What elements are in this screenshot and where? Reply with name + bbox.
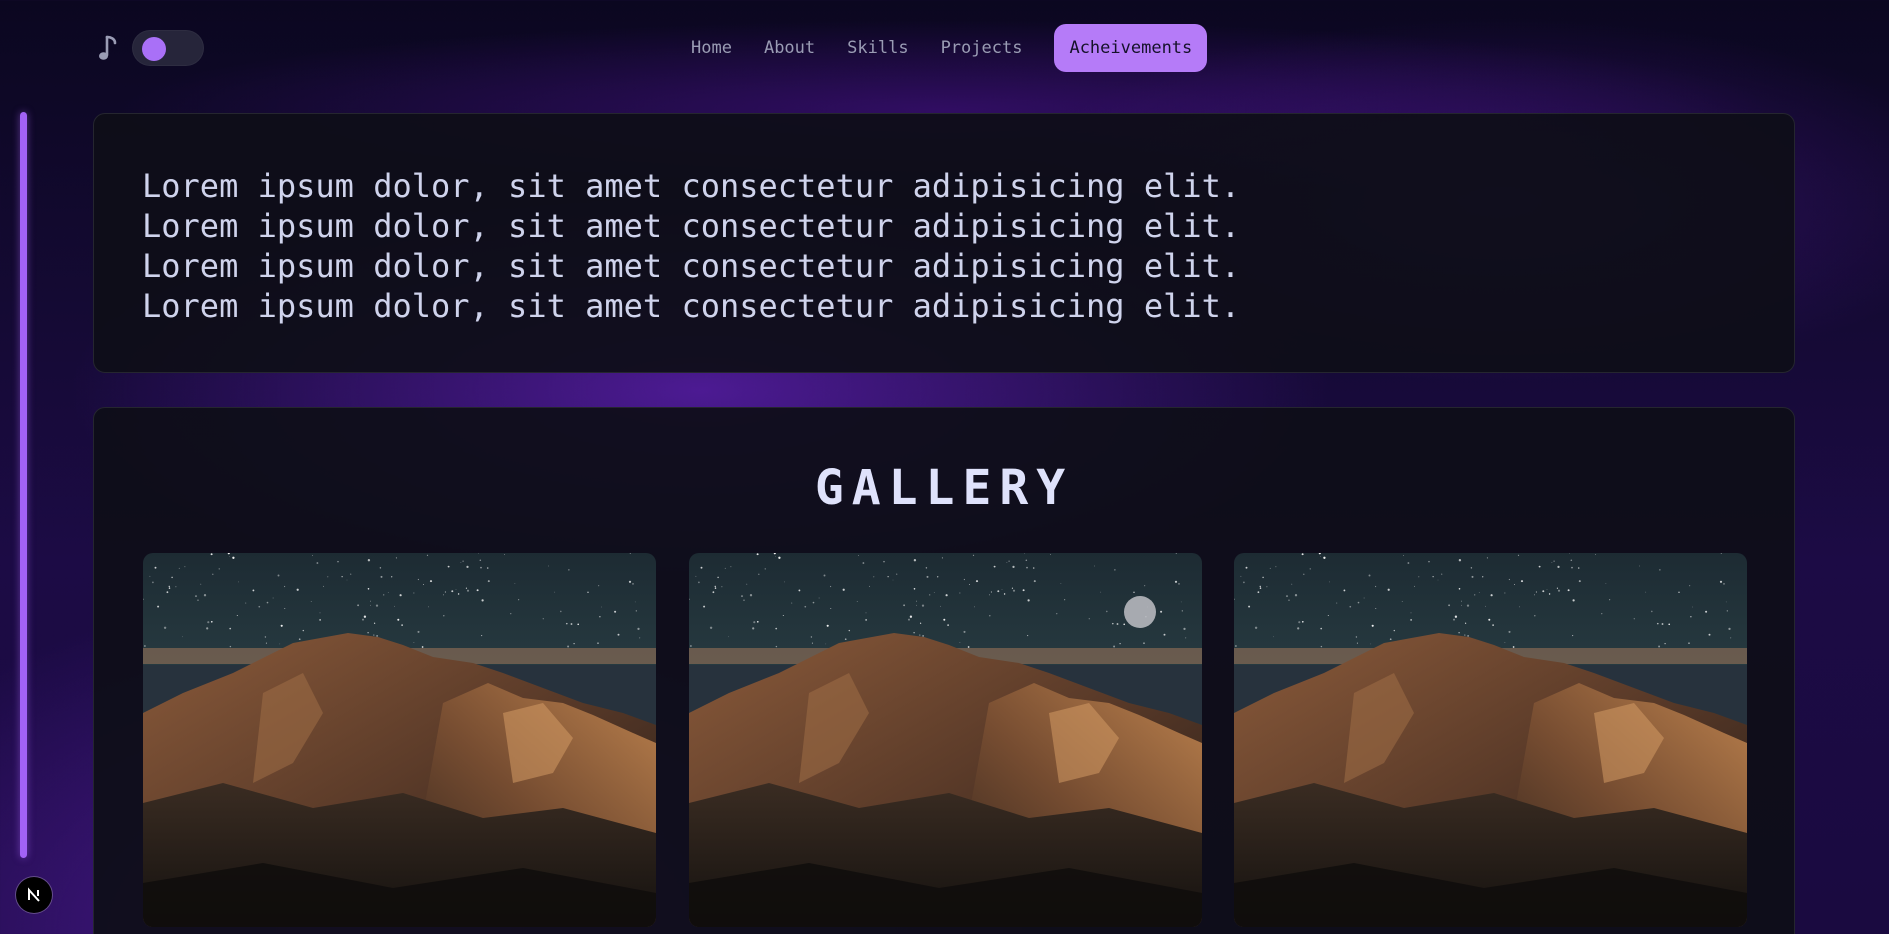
nav-link-about[interactable]: About	[748, 24, 831, 72]
nav-link-home[interactable]: Home	[675, 24, 748, 72]
intro-line: Lorem ipsum dolor, sit amet consectetur …	[142, 287, 1241, 325]
nav-link-achievements[interactable]: Acheivements	[1054, 24, 1208, 72]
intro-text: Lorem ipsum dolor, sit amet consectetur …	[142, 166, 1240, 326]
scroll-progress-bar	[20, 112, 27, 858]
intro-line: Lorem ipsum dolor, sit amet consectetur …	[142, 207, 1241, 245]
intro-line: Lorem ipsum dolor, sit amet consectetur …	[142, 247, 1241, 285]
gallery-section: GALLERY	[93, 407, 1795, 934]
intro-line: Lorem ipsum dolor, sit amet consectetur …	[142, 167, 1241, 205]
toggle-knob	[142, 37, 166, 61]
next-logo-glyph	[28, 887, 40, 902]
intro-card: Lorem ipsum dolor, sit amet consectetur …	[93, 113, 1795, 373]
gallery-title: GALLERY	[814, 460, 1074, 516]
gallery-grid	[143, 553, 1747, 927]
next-logo-icon[interactable]	[16, 877, 52, 913]
gallery-image[interactable]	[1234, 553, 1747, 927]
mountain-image	[1234, 553, 1747, 927]
main-nav: Home About Skills Projects Acheivements	[675, 24, 1208, 72]
nav-link-projects[interactable]: Projects	[925, 24, 1039, 72]
cursor-indicator	[1124, 596, 1156, 628]
theme-toggle[interactable]	[132, 30, 204, 66]
site-header: Home About Skills Projects Acheivements	[0, 0, 1889, 96]
music-note-icon[interactable]	[96, 34, 120, 64]
nav-link-skills[interactable]: Skills	[831, 24, 924, 72]
mountain-image	[143, 553, 656, 927]
gallery-image[interactable]	[143, 553, 656, 927]
